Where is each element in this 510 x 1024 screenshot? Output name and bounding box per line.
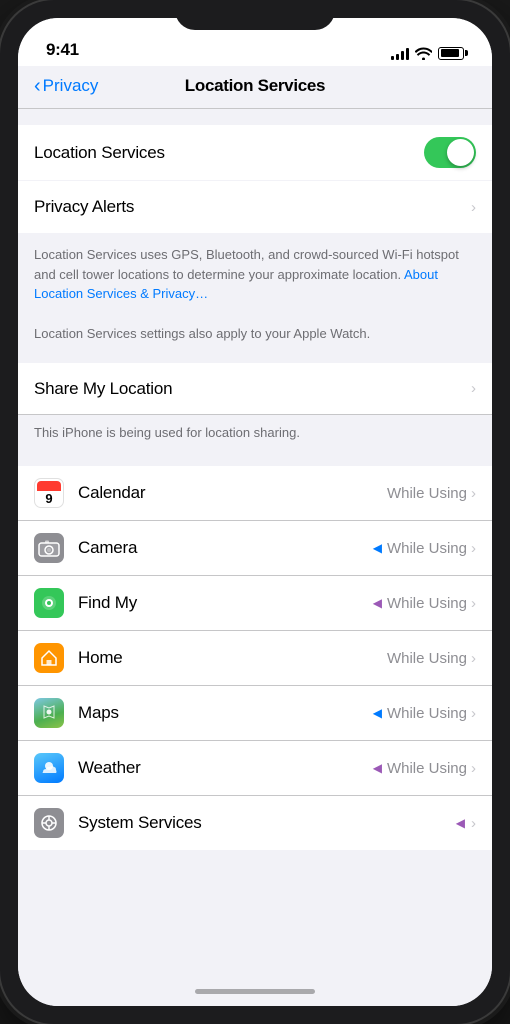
status-time: 9:41 — [46, 40, 79, 60]
home-app-icon — [34, 643, 64, 673]
chevron-right-icon: › — [471, 815, 476, 832]
app-label: Camera — [78, 538, 373, 558]
location-services-section: Location Services — [18, 125, 492, 180]
list-item[interactable]: Maps ◀ While Using › — [18, 686, 492, 741]
sharing-note: This iPhone is being used for location s… — [18, 415, 492, 450]
chevron-right-icon: › — [471, 380, 476, 397]
app-label: System Services — [78, 813, 456, 833]
watch-note: Location Services settings also apply to… — [18, 316, 492, 360]
signal-icon — [391, 46, 409, 60]
apps-section: 9 Calendar While Using › — [18, 466, 492, 850]
app-status: ◀ While Using — [373, 595, 467, 612]
location-arrow-icon: ◀ — [373, 761, 382, 775]
notch — [175, 0, 335, 30]
app-status: ◀ — [456, 816, 467, 830]
list-item[interactable]: 9 Calendar While Using › — [18, 466, 492, 521]
app-status: ◀ While Using — [373, 705, 467, 722]
back-button[interactable]: ‹ Privacy — [34, 76, 98, 96]
battery-icon — [438, 47, 464, 60]
list-item[interactable]: Home While Using › — [18, 631, 492, 686]
location-services-toggle[interactable] — [424, 137, 476, 168]
app-label: Calendar — [78, 483, 387, 503]
app-label: Weather — [78, 758, 373, 778]
app-label: Find My — [78, 593, 373, 613]
app-status: ◀ While Using — [373, 540, 467, 557]
chevron-right-icon: › — [471, 540, 476, 557]
system-services-icon — [34, 808, 64, 838]
privacy-alerts-section: Privacy Alerts › — [18, 181, 492, 233]
phone-screen: 9:41 ‹ — [18, 18, 492, 1006]
maps-icon — [34, 698, 64, 728]
location-arrow-icon: ◀ — [373, 596, 382, 610]
location-arrow-icon: ◀ — [373, 706, 382, 720]
camera-app-icon — [34, 533, 64, 563]
app-status: ◀ While Using — [373, 760, 467, 777]
calendar-icon: 9 — [34, 478, 64, 508]
content-area[interactable]: Location Services Privacy Alerts › Locat… — [18, 109, 492, 976]
wifi-icon — [415, 47, 432, 60]
chevron-right-icon: › — [471, 705, 476, 722]
back-label: Privacy — [43, 76, 99, 96]
app-label: Maps — [78, 703, 373, 723]
location-arrow-icon: ◀ — [373, 541, 382, 555]
nav-bar: ‹ Privacy Location Services — [18, 66, 492, 109]
list-item[interactable]: Find My ◀ While Using › — [18, 576, 492, 631]
home-indicator — [195, 989, 315, 994]
phone-frame: 9:41 ‹ — [0, 0, 510, 1024]
location-services-label: Location Services — [34, 143, 424, 163]
location-arrow-icon: ◀ — [456, 816, 465, 830]
list-item[interactable]: Weather ◀ While Using › — [18, 741, 492, 796]
share-location-row[interactable]: Share My Location › — [18, 363, 492, 415]
chevron-right-icon: › — [471, 199, 476, 216]
page-title: Location Services — [185, 76, 325, 96]
chevron-right-icon: › — [471, 485, 476, 502]
findmy-icon — [34, 588, 64, 618]
chevron-right-icon: › — [471, 595, 476, 612]
weather-icon — [34, 753, 64, 783]
home-bar — [18, 976, 492, 1006]
chevron-right-icon: › — [471, 650, 476, 667]
location-description: Location Services uses GPS, Bluetooth, a… — [18, 233, 492, 316]
location-services-row[interactable]: Location Services — [18, 125, 492, 180]
app-status: While Using — [387, 650, 467, 667]
privacy-alerts-row[interactable]: Privacy Alerts › — [18, 181, 492, 233]
chevron-left-icon: ‹ — [34, 76, 41, 96]
share-location-section: Share My Location › This iPhone is being… — [18, 363, 492, 450]
status-icons — [391, 46, 464, 60]
app-label: Home — [78, 648, 387, 668]
share-location-label: Share My Location — [34, 379, 471, 399]
app-status: While Using — [387, 485, 467, 502]
list-item[interactable]: Camera ◀ While Using › — [18, 521, 492, 576]
list-item[interactable]: System Services ◀ › — [18, 796, 492, 850]
privacy-alerts-label: Privacy Alerts — [34, 197, 471, 217]
chevron-right-icon: › — [471, 760, 476, 777]
